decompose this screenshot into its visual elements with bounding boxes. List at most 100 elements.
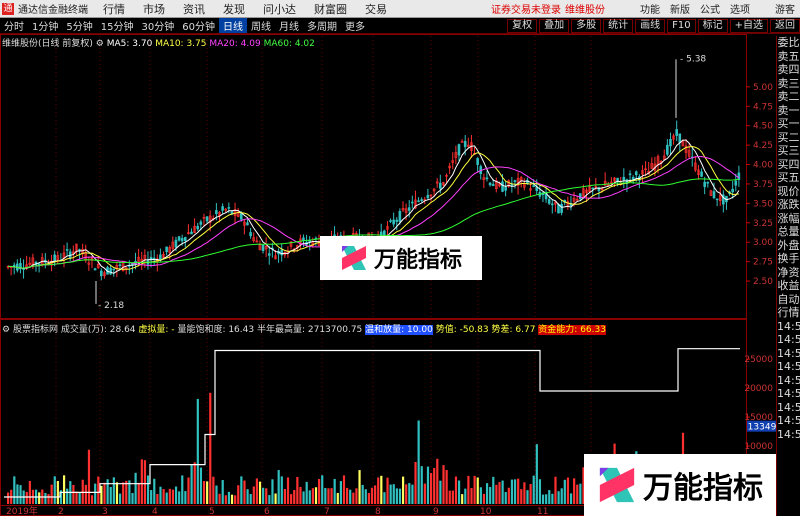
volume-bar [50,484,53,504]
candle-body [246,222,249,226]
volume-bar [560,488,563,504]
candle-body [249,232,252,237]
candle-body [417,200,420,203]
settings-icon[interactable]: ⚙ [2,325,10,335]
volume-current-label: 13349 [748,423,776,433]
volume-bar [461,494,464,504]
volume-bar [178,491,181,504]
virtual-volume: 虚拟量: - [138,325,175,335]
candle-body [491,184,495,187]
settings-icon[interactable]: ⚙ [96,39,104,49]
volume-bar [358,470,361,504]
volume-bar [224,495,227,504]
volume-bar [156,493,159,504]
candle-body [37,263,41,266]
volume-bar [330,488,333,504]
volume-value: 成交量(万): 28.64 [60,325,136,335]
volume-bar [327,488,330,504]
stock-name[interactable]: 维维股份(日线 前复权) [2,39,93,49]
watermark-logo-icon [341,246,366,270]
volume-bar [265,488,268,504]
volume-bar [255,478,259,504]
volume-bar [66,488,69,504]
volume-bar [386,477,389,504]
ma10-value: MA10: 3.75 [155,39,207,49]
volume-bar [333,478,336,504]
volume-bar [143,460,147,504]
volume-bar [286,477,290,504]
high-mark-label: - 5.38 [680,54,706,64]
candle-body [261,244,265,252]
volume-bar [56,481,59,504]
date-tick-label: 11 [537,507,548,516]
volume-bar [457,480,461,504]
candle-body [152,257,156,260]
volume-bar [513,479,517,504]
candle-body [513,180,517,183]
volume-axis: 2500020000150001000013349 [744,355,776,452]
volume-bar [417,420,420,504]
date-axis: 2019年23456789101112 [6,505,604,516]
volume-bar [383,492,386,504]
price-tick-label: 3.75 [753,180,773,190]
volume-bar [442,465,445,504]
volume-bar [25,491,28,504]
volume-bar [47,494,50,504]
volume-bar [78,492,81,504]
volume-bar [277,470,280,504]
price-tick-label: 4.25 [753,141,773,151]
volume-bar [106,479,109,504]
volume-bar [489,487,492,504]
date-tick-label: 9 [433,507,439,516]
price-tick-label: 2.50 [753,277,773,287]
quote-panel-label: 涨跌 [777,198,800,211]
volume-bar [473,475,476,504]
quote-panel-label: 涨幅 [777,211,800,225]
volume-bar [246,489,249,504]
volume-bar [557,491,560,504]
price-tick-label: 4.00 [753,161,773,171]
volume-bar [305,481,308,504]
volume-bar [529,483,532,504]
volume-bar [215,485,218,504]
candle-body [557,204,560,214]
volume-bar [258,481,262,504]
quote-panel-label: 现价 [777,184,800,198]
volume-bar [184,491,187,504]
candle-body [267,253,271,256]
candle-body [700,171,703,177]
volume-bar [361,484,364,504]
volume-bar [90,495,94,504]
quote-panel-label: 14:5 [777,333,800,346]
volume-bar [243,480,246,504]
indicator-name[interactable]: 股票指标网 [13,325,58,335]
candle-body [227,207,231,209]
volume-bar [271,479,274,504]
price-tick-label: 3.50 [753,199,773,209]
candle-body [737,172,741,180]
candle-body [93,268,97,271]
candle-body [703,181,706,187]
volume-bar [420,466,423,504]
volume-tick-label: 25000 [744,355,773,365]
candle-body [196,225,200,230]
quote-panel-label: 卖二 [777,90,800,103]
volume-bar [411,484,414,504]
ma20-value: MA20: 4.09 [209,39,261,49]
volume-bar [433,468,436,504]
volume-bar [576,484,579,504]
volume-bar [13,476,16,504]
kline-info-line: 维维股份(日线 前复权) ⚙ MA5: 3.70 MA10: 3.75 MA20… [2,36,315,49]
volume-bar [190,464,193,504]
volume-bar [541,494,545,504]
volume-bar [140,459,143,504]
volume-bar [566,477,570,504]
volume-bar [436,458,439,504]
volume-bar [193,462,196,504]
volume-bar [168,488,171,504]
volume-bar [467,475,470,504]
volume-bar [234,495,237,504]
volume-bar [311,488,314,504]
volume-bar [551,493,554,504]
volume-bar [72,484,75,504]
